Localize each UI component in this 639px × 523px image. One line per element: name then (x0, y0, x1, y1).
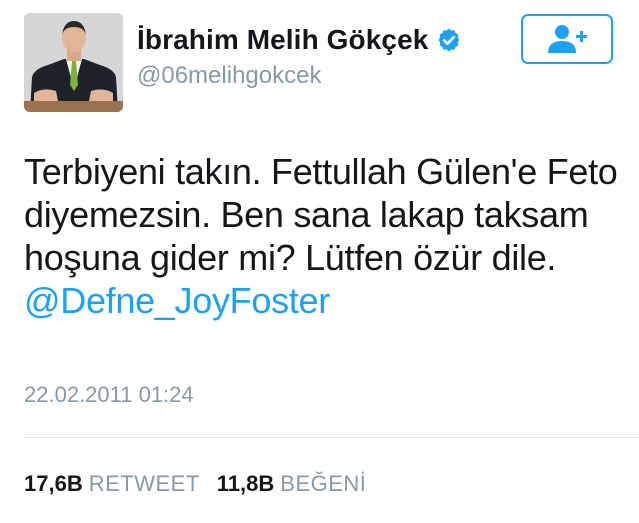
likes-stat[interactable]: 11,8B BEĞENİ (217, 471, 367, 497)
avatar[interactable] (24, 13, 123, 112)
mention-link[interactable]: @Defne_JoyFoster (24, 280, 330, 321)
divider (24, 437, 639, 438)
profile-photo (24, 13, 123, 112)
tweet-stats: 17,6B RETWEET 11,8B BEĞENİ (24, 471, 366, 497)
tweet-body: Terbiyeni takın. Fettullah Gülen'e Feto … (24, 151, 618, 278)
retweets-label: RETWEET (88, 471, 200, 496)
likes-count: 11,8B (216, 471, 275, 496)
add-user-icon (548, 25, 587, 53)
tweet-text: Terbiyeni takın. Fettullah Gülen'e Feto … (24, 150, 624, 322)
user-handle[interactable]: @06melihgokcek (137, 62, 321, 90)
tweet-timestamp: 22.02.2011 01:24 (24, 382, 194, 407)
follow-button[interactable] (521, 14, 613, 64)
retweets-count: 17,6B (24, 471, 83, 496)
name-row: İbrahim Melih Gökçek (137, 24, 462, 56)
likes-label: BEĞENİ (280, 471, 367, 496)
verified-badge-icon (439, 28, 460, 52)
retweets-stat[interactable]: 17,6B RETWEET (24, 471, 200, 497)
display-name[interactable]: İbrahim Melih Gökçek (137, 24, 428, 56)
